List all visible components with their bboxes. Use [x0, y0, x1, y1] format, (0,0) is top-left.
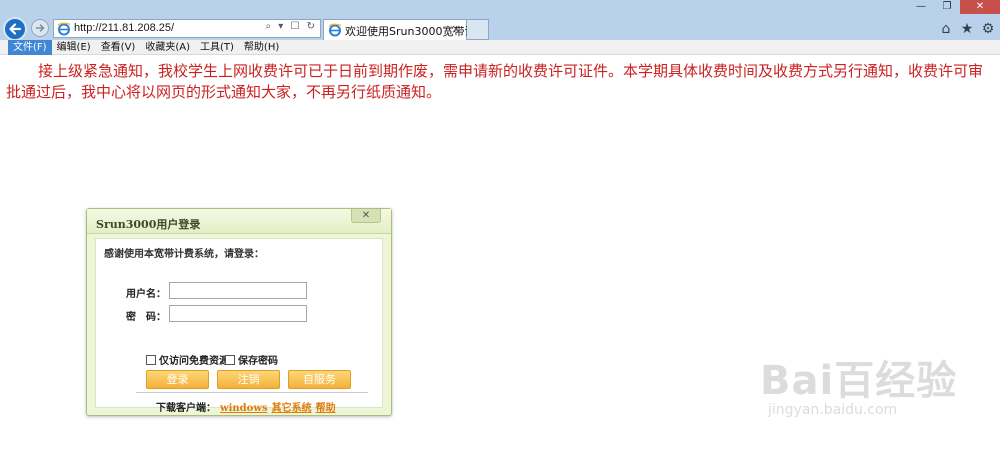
back-arrow-icon [9, 23, 22, 35]
login-dialog-header: Srun3000用户登录 ✕ [87, 209, 391, 234]
save-password-label: 保存密码 [238, 356, 278, 367]
help-link[interactable]: 帮助 [316, 403, 336, 414]
tab-close-icon[interactable]: × [451, 22, 461, 36]
favorites-star-icon[interactable]: ★ [959, 21, 975, 37]
menu-bar: 文件(F) 编辑(E) 查看(V) 收藏夹(A) 工具(T) 帮助(H) [0, 39, 1000, 55]
self-service-button[interactable]: 自服务 [288, 370, 351, 389]
browser-right-icons: ⌂ ★ ⚙ [938, 21, 996, 37]
save-password-checkbox[interactable] [225, 354, 235, 365]
baidu-watermark: Bai百经验 jingyan.baidu.com [760, 360, 957, 418]
tab-srun-login[interactable]: 欢迎使用Srun3000宽带计... × [323, 19, 486, 40]
login-dialog: Srun3000用户登录 ✕ 感谢使用本宽带计费系统，请登录： 用户名： 密 码… [86, 208, 392, 416]
restore-button[interactable]: ❐ [934, 0, 960, 14]
download-label: 下载客户端： [156, 403, 216, 414]
settings-gear-icon[interactable]: ⚙ [980, 21, 996, 37]
watermark-brand: Bai百经验 [760, 358, 958, 404]
login-button[interactable]: 登录 [146, 370, 209, 389]
divider [136, 392, 368, 393]
address-tools-icons[interactable]: ⌕ ▾ ☐ ↻ [266, 21, 318, 32]
logout-button[interactable]: 注销 [217, 370, 280, 389]
close-window-button[interactable]: ✕ [960, 0, 1000, 14]
menu-favorites[interactable]: 收藏夹(A) [140, 40, 195, 55]
save-password-checkbox-row[interactable]: 保存密码 [225, 352, 278, 367]
home-icon[interactable]: ⌂ [938, 21, 954, 37]
watermark-site: jingyan.baidu.com [768, 402, 898, 418]
menu-help[interactable]: 帮助(H) [239, 40, 284, 55]
menu-edit[interactable]: 编辑(E) [52, 40, 96, 55]
new-tab-button[interactable] [467, 19, 489, 40]
download-other-link[interactable]: 其它系统 [272, 403, 312, 414]
window-controls: — ❐ ✕ [908, 0, 1000, 14]
username-input[interactable] [169, 282, 307, 299]
address-bar[interactable]: http://211.81.208.25/ ⌕ ▾ ☐ ↻ [53, 19, 321, 38]
download-windows-link[interactable]: windows [220, 403, 268, 414]
password-input[interactable] [169, 305, 307, 322]
menu-view[interactable]: 查看(V) [96, 40, 141, 55]
username-label: 用户名： [126, 289, 166, 300]
tab-title: 欢迎使用Srun3000宽带计... [345, 25, 486, 38]
close-icon[interactable]: ✕ [351, 209, 381, 223]
menu-file[interactable]: 文件(F) [8, 39, 52, 55]
login-greeting: 感谢使用本宽带计费系统，请登录： [104, 249, 264, 260]
free-resources-checkbox-row[interactable]: 仅访问免费资源 [146, 352, 229, 367]
ie-logo-icon [328, 23, 342, 37]
download-client-row: 下载客户端： windows 其它系统 帮助 [156, 399, 336, 414]
forward-arrow-icon [35, 24, 45, 32]
address-url[interactable]: http://211.81.208.25/ [74, 22, 174, 34]
minimize-button[interactable]: — [908, 0, 934, 14]
ie-logo-icon [57, 22, 71, 36]
notice-text: 接上级紧急通知，我校学生上网收费许可已于日前到期作废，需申请新的收费许可证件。本… [6, 62, 984, 101]
free-resources-label: 仅访问免费资源 [159, 356, 229, 367]
password-label: 密 码： [126, 312, 166, 323]
login-dialog-title: Srun3000用户登录 [96, 218, 201, 231]
forward-button[interactable] [31, 19, 49, 37]
free-resources-checkbox[interactable] [146, 354, 156, 365]
menu-tools[interactable]: 工具(T) [195, 40, 239, 55]
login-form: 感谢使用本宽带计费系统，请登录： 用户名： 密 码： 仅访问免费资源 保存密码 … [95, 238, 383, 414]
back-button[interactable] [3, 17, 27, 41]
